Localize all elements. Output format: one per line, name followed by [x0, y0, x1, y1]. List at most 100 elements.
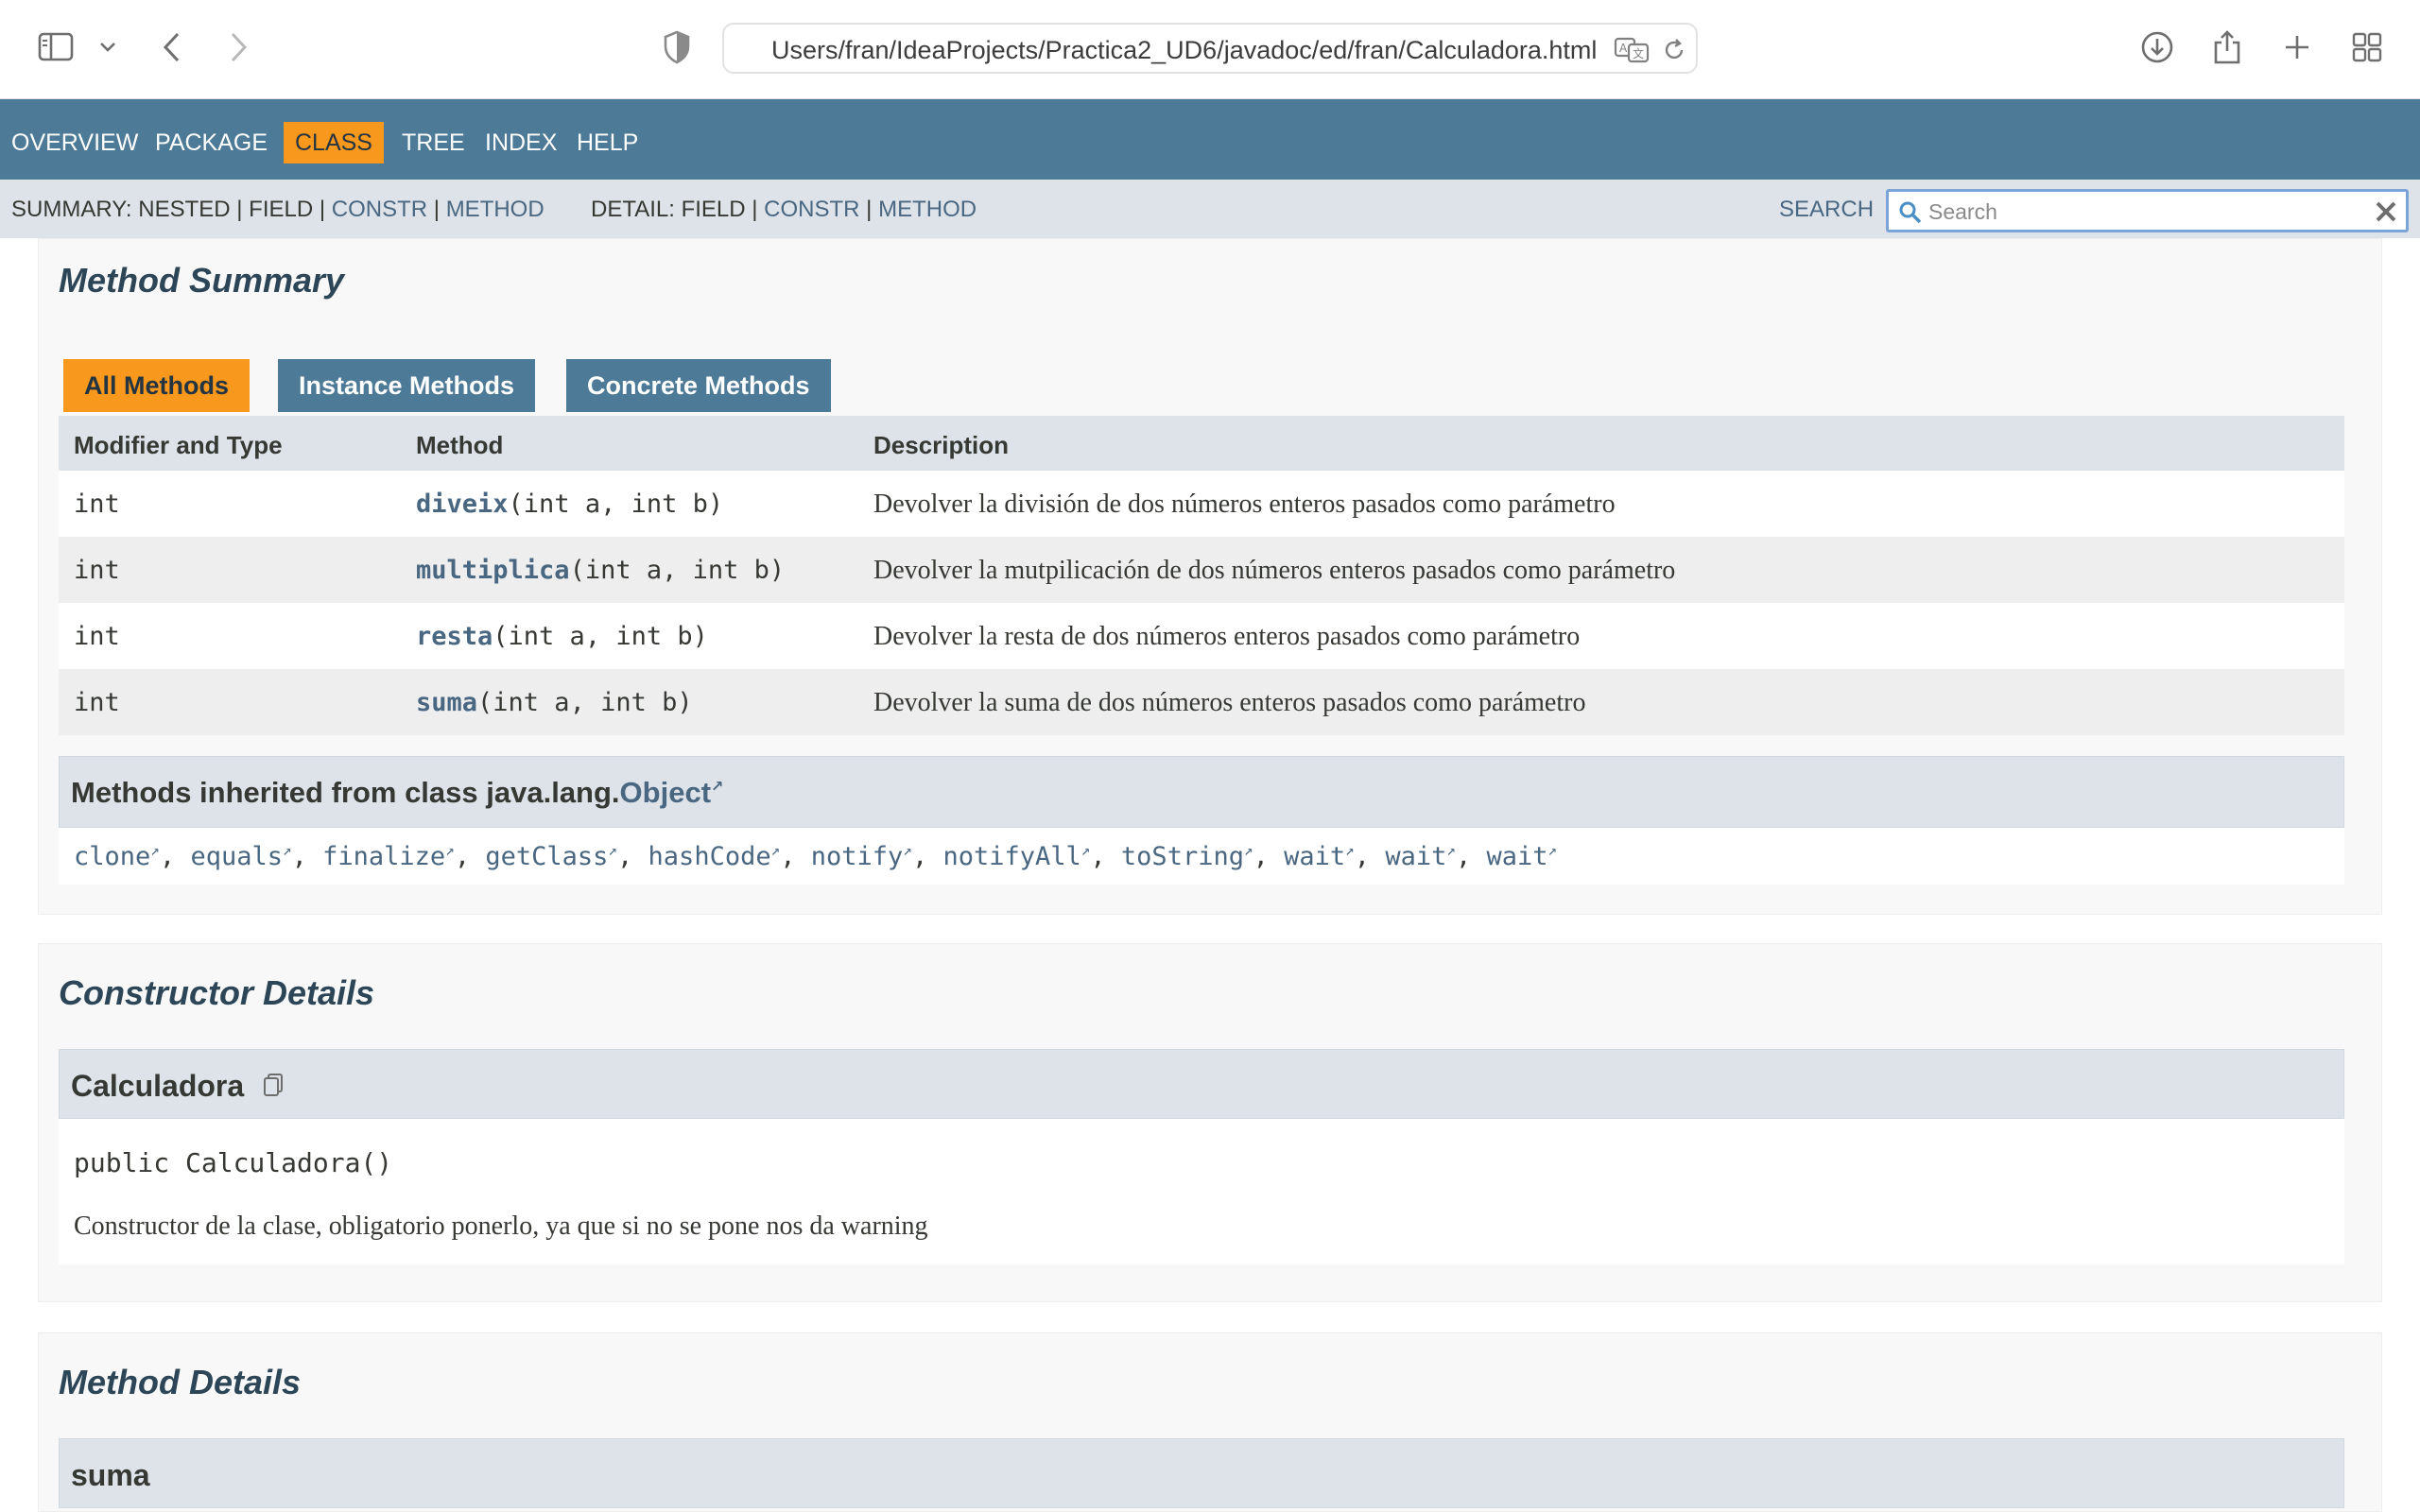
browser-toolbar: Users/fran/IdeaProjects/Practica2_UD6/ja…	[0, 0, 2420, 99]
col-modifier-type: Modifier and Type	[74, 431, 283, 459]
tab-overview-icon[interactable]	[2346, 26, 2388, 68]
table-header: Modifier and Type Method Description	[59, 416, 2344, 471]
method-signature: suma(int a, int b)	[416, 688, 693, 717]
copy-link-icon[interactable]	[260, 1071, 288, 1099]
external-link-icon: ↗	[282, 841, 292, 859]
constructor-header: Calculadora	[59, 1049, 2344, 1119]
search-box[interactable]	[1886, 189, 2409, 232]
return-type: int	[74, 688, 120, 717]
privacy-shield-icon[interactable]	[656, 26, 698, 68]
summary-constr-link[interactable]: CONSTR	[332, 197, 427, 222]
nav-package[interactable]: PACKAGE	[144, 122, 279, 163]
inherited-method-link-wait[interactable]: wait	[1487, 842, 1548, 871]
inherited-method-link-getClass[interactable]: getClass	[485, 842, 608, 871]
chevron-down-icon[interactable]	[87, 26, 129, 68]
list-separator: ,	[454, 842, 486, 871]
table-row: int multiplica(int a, int b) Devolver la…	[59, 537, 2344, 603]
inherited-method-link-toString[interactable]: toString	[1121, 842, 1244, 871]
inherited-method-link-notifyAll[interactable]: notifyAll	[942, 842, 1080, 871]
summary-links: SUMMARY: NESTED | FIELD | CONSTR | METHO…	[11, 197, 544, 223]
col-description: Description	[873, 431, 1010, 459]
return-type: int	[74, 490, 120, 519]
inherited-method-link-finalize[interactable]: finalize	[322, 842, 445, 871]
method-params: (int a, int b)	[493, 622, 708, 651]
top-navigation: OVERVIEW PACKAGE CLASS TREE INDEX HELP	[0, 99, 2420, 180]
tab-instance-methods[interactable]: Instance Methods	[278, 359, 536, 412]
table-row: int resta(int a, int b) Devolver la rest…	[59, 603, 2344, 669]
share-icon[interactable]	[2206, 26, 2248, 68]
inherited-method-link-equals[interactable]: equals	[190, 842, 283, 871]
list-separator: ,	[1253, 842, 1285, 871]
nav-help[interactable]: HELP	[565, 122, 649, 163]
nav-overview[interactable]: OVERVIEW	[0, 122, 149, 163]
tab-all-methods[interactable]: All Methods	[63, 359, 250, 412]
method-detail-header: suma	[59, 1438, 2344, 1508]
clear-search-icon[interactable]	[2372, 198, 2400, 226]
method-signature: resta(int a, int b)	[416, 622, 708, 651]
method-summary-title: Method Summary	[59, 261, 345, 300]
method-params: (int a, int b)	[508, 490, 724, 519]
sidebar-toggle-icon[interactable]	[36, 26, 78, 68]
constructor-body: public Calculadora() Constructor de la c…	[59, 1119, 2344, 1264]
method-link-multiplica[interactable]: multiplica	[416, 556, 570, 585]
translate-icon[interactable]: A文	[1613, 34, 1651, 66]
external-link-icon: ↗	[711, 779, 724, 796]
separator: |	[859, 197, 879, 222]
list-separator: ,	[911, 842, 943, 871]
method-link-diveix[interactable]: diveix	[416, 490, 509, 519]
col-method: Method	[416, 431, 504, 459]
tab-concrete-methods[interactable]: Concrete Methods	[566, 359, 831, 412]
list-separator: ,	[1354, 842, 1386, 871]
svg-text:A: A	[1619, 42, 1628, 55]
nav-class[interactable]: CLASS	[284, 122, 384, 163]
return-type: int	[74, 556, 120, 585]
return-type: int	[74, 622, 120, 651]
external-link-icon: ↗	[1243, 841, 1253, 859]
nav-index[interactable]: INDEX	[474, 122, 568, 163]
inherited-method-link-notify[interactable]: notify	[811, 842, 904, 871]
forward-icon[interactable]	[217, 26, 259, 68]
list-separator: ,	[780, 842, 811, 871]
constructor-details-title: Constructor Details	[59, 973, 375, 1012]
external-link-icon: ↗	[770, 841, 781, 859]
method-params: (int a, int b)	[569, 556, 786, 585]
list-separator: ,	[291, 842, 323, 871]
method-details-title: Method Details	[59, 1363, 302, 1401]
constructor-signature: public Calculadora()	[74, 1147, 393, 1178]
table-row: int suma(int a, int b) Devolver la suma …	[59, 669, 2344, 735]
search-input[interactable]	[1928, 198, 2363, 226]
inherited-method-links: clone↗, equals↗, finalize↗, getClass↗, h…	[74, 841, 1557, 871]
new-tab-icon[interactable]	[2276, 26, 2318, 68]
inherited-method-link-clone[interactable]: clone	[74, 842, 150, 871]
method-description: Devolver la suma de dos números enteros …	[873, 688, 1586, 717]
inherited-method-link-hashCode[interactable]: hashCode	[648, 842, 771, 871]
method-params: (int a, int b)	[477, 688, 693, 717]
detail-links: DETAIL: FIELD | CONSTR | METHOD	[591, 197, 977, 223]
method-detail-name: suma	[71, 1458, 150, 1492]
method-link-suma[interactable]: suma	[416, 688, 477, 717]
separator: |	[427, 197, 446, 222]
inherited-method-link-wait[interactable]: wait	[1385, 842, 1446, 871]
inherited-method-link-wait[interactable]: wait	[1284, 842, 1345, 871]
table-row: int diveix(int a, int b) Devolver la div…	[59, 471, 2344, 537]
constructor-description: Constructor de la clase, obligatorio pon…	[74, 1211, 928, 1241]
detail-method-link[interactable]: METHOD	[878, 197, 977, 222]
detail-prefix: DETAIL: FIELD |	[591, 197, 765, 222]
detail-constr-link[interactable]: CONSTR	[764, 197, 859, 222]
download-icon[interactable]	[2136, 26, 2178, 68]
reload-icon[interactable]	[1658, 34, 1690, 66]
object-class-link[interactable]: Object	[620, 776, 711, 809]
list-separator: ,	[159, 842, 191, 871]
external-link-icon: ↗	[1446, 841, 1456, 859]
summary-method-link[interactable]: METHOD	[446, 197, 544, 222]
address-bar[interactable]: Users/fran/IdeaProjects/Practica2_UD6/ja…	[722, 23, 1698, 74]
external-link-icon: ↗	[608, 841, 618, 859]
nav-tree[interactable]: TREE	[390, 122, 476, 163]
external-link-icon: ↗	[1345, 841, 1355, 859]
method-link-resta[interactable]: resta	[416, 622, 493, 651]
url-text[interactable]: Users/fran/IdeaProjects/Practica2_UD6/ja…	[771, 36, 1603, 65]
method-signature: diveix(int a, int b)	[416, 490, 723, 519]
external-link-icon: ↗	[1080, 841, 1091, 859]
list-separator: ,	[1455, 842, 1487, 871]
back-icon[interactable]	[151, 26, 193, 68]
